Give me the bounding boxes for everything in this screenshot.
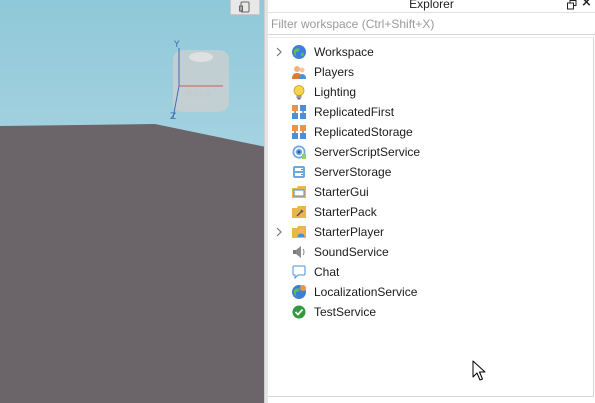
- explorer-item-label: SoundService: [314, 245, 389, 259]
- explorer-item-label: ReplicatedFirst: [314, 105, 395, 119]
- explorer-title: Explorer: [409, 0, 454, 11]
- explorer-item-startergui[interactable]: StarterGui: [268, 182, 588, 202]
- replicated-first-icon: [292, 105, 306, 119]
- explorer-item-label: LocalizationService: [314, 285, 418, 299]
- explorer-item-replicatedfirst[interactable]: ReplicatedFirst: [268, 102, 588, 122]
- chat-bubble-icon: [292, 265, 306, 280]
- view-cube-axis-z: Z: [170, 112, 177, 122]
- filter-workspace-input[interactable]: [268, 14, 595, 35]
- explorer-item-label: ReplicatedStorage: [314, 125, 413, 139]
- explorer-item-localizationservice[interactable]: LocalizationService: [268, 282, 588, 302]
- explorer-item-label: Players: [314, 65, 355, 79]
- explorer-item-chat[interactable]: Chat: [268, 262, 588, 282]
- explorer-panel: Explorer × Workspace Players Lighting Repli…: [268, 0, 595, 403]
- device-emulator-button[interactable]: [230, 0, 260, 15]
- players-icon: [292, 66, 306, 79]
- localization-globe-icon: [292, 285, 306, 299]
- chevron-right-icon[interactable]: [274, 46, 284, 58]
- server-script-service-icon: [292, 145, 306, 159]
- starter-pack-icon: [292, 206, 306, 218]
- server-storage-icon: [293, 166, 305, 178]
- view-cube-face-label[interactable]: Back: [186, 89, 211, 100]
- explorer-tree[interactable]: Workspace Players Lighting ReplicatedFirst R…: [268, 37, 594, 397]
- explorer-item-label: StarterPack: [314, 205, 377, 219]
- explorer-item-label: ServerStorage: [314, 165, 392, 179]
- explorer-item-workspace[interactable]: Workspace: [268, 42, 588, 62]
- viewport-3d[interactable]: Y Z Back: [0, 0, 266, 403]
- explorer-titlebar[interactable]: Explorer ×: [268, 0, 595, 13]
- device-emulator-icon: [239, 1, 250, 13]
- lightbulb-icon: [293, 85, 305, 100]
- starter-player-icon: [292, 226, 306, 238]
- explorer-item-label: StarterPlayer: [314, 225, 385, 239]
- explorer-item-label: Chat: [314, 265, 340, 279]
- workspace-globe-icon: [292, 45, 306, 59]
- view-cube-axis-y: Y: [174, 40, 180, 50]
- explorer-item-label: Lighting: [314, 85, 357, 99]
- starter-gui-icon: [292, 186, 306, 198]
- explorer-item-starterplayer[interactable]: StarterPlayer: [268, 222, 588, 242]
- explorer-item-lighting[interactable]: Lighting: [268, 82, 588, 102]
- explorer-item-label: StarterGui: [314, 185, 369, 199]
- explorer-item-serverstorage[interactable]: ServerStorage: [268, 162, 588, 182]
- explorer-item-label: ServerScriptService: [314, 145, 421, 159]
- speaker-icon: [293, 246, 305, 258]
- explorer-item-players[interactable]: Players: [268, 62, 588, 82]
- explorer-item-starterpack[interactable]: StarterPack: [268, 202, 588, 222]
- check-circle-icon: [292, 305, 306, 319]
- replicated-storage-icon: [292, 125, 306, 139]
- restore-window-icon[interactable]: [567, 0, 577, 10]
- mouse-cursor-icon: [472, 360, 486, 381]
- close-icon[interactable]: ×: [581, 0, 592, 10]
- explorer-item-soundservice[interactable]: SoundService: [268, 242, 588, 262]
- explorer-item-testservice[interactable]: TestService: [268, 302, 588, 322]
- explorer-item-replicatedstorage[interactable]: ReplicatedStorage: [268, 122, 588, 142]
- chevron-right-icon[interactable]: [274, 226, 284, 238]
- explorer-item-label: Workspace: [314, 45, 374, 59]
- explorer-item-serverscriptservice[interactable]: ServerScriptService: [268, 142, 588, 162]
- explorer-item-label: TestService: [314, 305, 377, 319]
